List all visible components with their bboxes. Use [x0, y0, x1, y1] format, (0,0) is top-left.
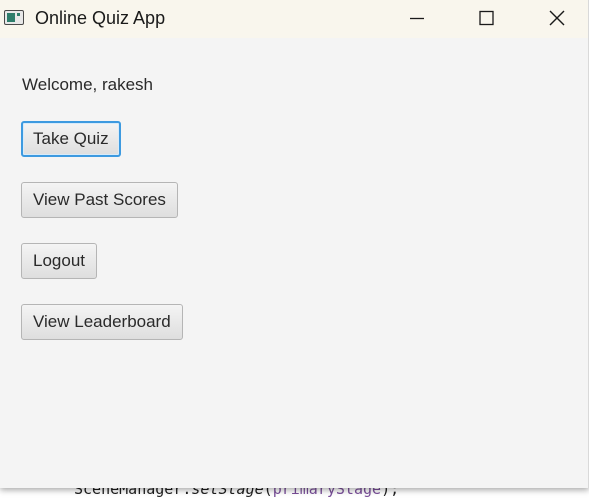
maximize-button[interactable] [463, 0, 509, 38]
window-title: Online Quiz App [35, 8, 166, 28]
app-window: Online Quiz App Welcome, rakesh Take Qui… [0, 0, 589, 488]
title-bar[interactable]: Online Quiz App [0, 0, 588, 38]
minimize-button[interactable] [393, 0, 439, 38]
view-past-scores-button[interactable]: View Past Scores [21, 182, 178, 218]
app-window-icon [4, 10, 24, 25]
maximize-icon [479, 10, 494, 26]
logout-button[interactable]: Logout [21, 243, 97, 279]
minimize-icon [410, 17, 424, 20]
close-button[interactable] [534, 0, 580, 38]
welcome-label: Welcome, rakesh [22, 75, 154, 94]
view-leaderboard-button[interactable]: View Leaderboard [21, 304, 183, 340]
close-icon [549, 10, 565, 26]
take-quiz-button[interactable]: Take Quiz [21, 121, 121, 157]
